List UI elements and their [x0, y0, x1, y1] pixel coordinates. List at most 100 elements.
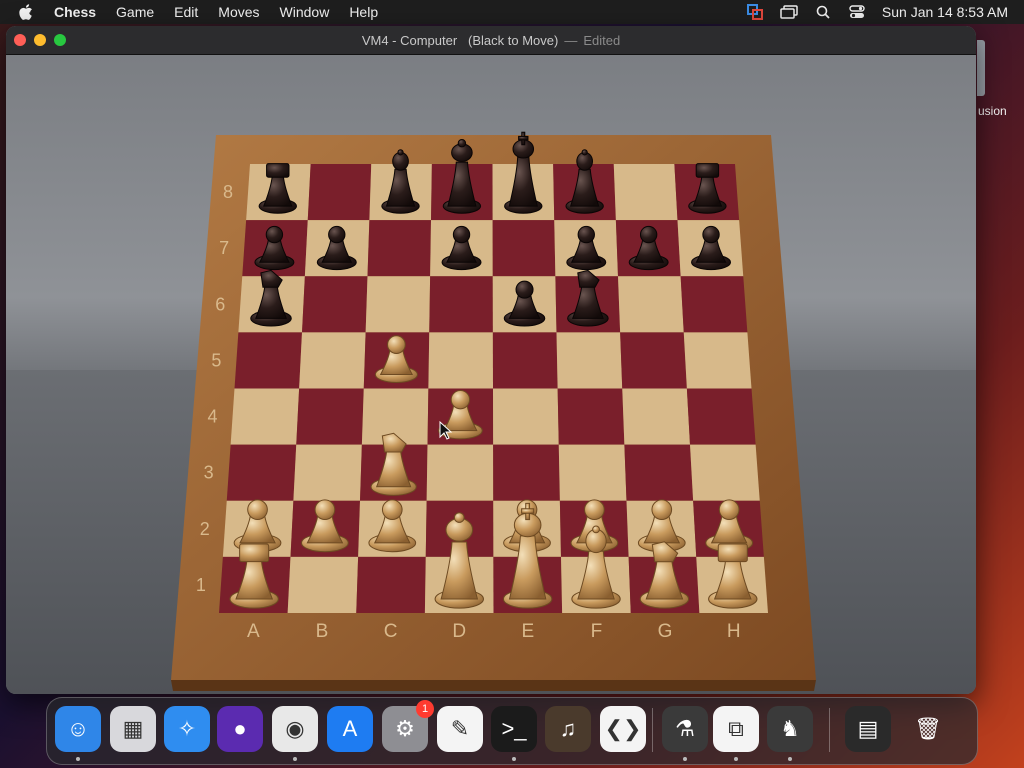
board-square-e5[interactable]	[492, 332, 558, 389]
board-square-a5[interactable]	[234, 332, 303, 389]
launchpad-icon[interactable]: ▦	[110, 706, 156, 752]
menu-game[interactable]: Game	[106, 0, 164, 24]
rank-label: 5	[211, 350, 221, 370]
board-scene: 8 7 6 5 4 3 2 1 A B C D E F G H	[6, 55, 976, 694]
rank-label: 4	[208, 407, 218, 427]
file-label: B	[316, 621, 329, 642]
app-store-icon[interactable]: A	[327, 706, 373, 752]
board-square-e3[interactable]	[493, 444, 560, 501]
rank-label: 1	[196, 575, 206, 595]
board-square-e4[interactable]	[493, 388, 559, 445]
system-settings-icon[interactable]: ⚙ 1	[382, 700, 434, 752]
edited-indicator[interactable]: Edited	[583, 33, 620, 48]
finder-icon[interactable]: ☺	[55, 706, 101, 752]
board-square-h4[interactable]	[686, 388, 756, 445]
board-square-b1[interactable]	[287, 556, 359, 613]
chess-window: VM4 - Computer (Black to Move) — Edited	[6, 26, 976, 694]
board-square-h3[interactable]	[690, 444, 760, 501]
garageband-icon[interactable]: ♫	[545, 706, 591, 752]
board-square-g5[interactable]	[620, 332, 687, 389]
file-label: H	[727, 621, 741, 642]
board-square-a4[interactable]	[230, 388, 300, 445]
board-square-d5[interactable]	[428, 332, 493, 389]
menu-app-chess[interactable]: Chess	[48, 0, 106, 24]
title-separator: —	[564, 32, 578, 48]
notification-badge: 1	[416, 700, 434, 718]
running-indicator	[788, 757, 792, 761]
board-square-f3[interactable]	[558, 444, 627, 501]
file-label: D	[452, 621, 466, 642]
menu-help[interactable]: Help	[339, 0, 388, 24]
safari-icon[interactable]: ✧	[164, 706, 210, 752]
board-square-e7[interactable]	[492, 220, 556, 277]
spotlight-search-icon[interactable]	[806, 2, 840, 22]
terminal-icon[interactable]: >_	[491, 706, 537, 752]
rank-label: 8	[223, 182, 233, 202]
installer-icon[interactable]: ⚗	[662, 706, 708, 752]
vmware-icon[interactable]: ⧉	[713, 706, 759, 752]
board-square-g3[interactable]	[624, 444, 694, 501]
running-indicator	[293, 757, 297, 761]
textedit-icon[interactable]: ✎	[437, 706, 483, 752]
board-frame-edge	[171, 680, 816, 691]
apple-menu-icon[interactable]	[18, 4, 34, 20]
board-square-b3[interactable]	[293, 444, 362, 501]
board-square-b4[interactable]	[296, 388, 364, 445]
rank-label: 3	[204, 463, 214, 483]
downloads-stack-icon[interactable]: ▤	[845, 706, 891, 752]
chess-icon[interactable]: ♞	[767, 706, 813, 752]
vmware-status-icon[interactable]	[738, 2, 772, 22]
board-square-g4[interactable]	[622, 388, 690, 445]
file-label: A	[247, 621, 260, 642]
running-indicator	[76, 757, 80, 761]
desktop-item-label[interactable]: usion	[978, 104, 1007, 118]
board-square-g8[interactable]	[613, 164, 678, 221]
menubar-clock[interactable]: Sun Jan 14 8:53 AM	[882, 4, 1008, 20]
board-square-c7[interactable]	[367, 220, 432, 277]
board-square-b6[interactable]	[302, 276, 368, 333]
chrome-icon[interactable]: ◉	[272, 706, 318, 752]
file-label: F	[591, 621, 603, 642]
menu-bar: Chess Game Edit Moves Window Help Sun Ja…	[0, 0, 1024, 24]
board-square-f4[interactable]	[557, 388, 625, 445]
window-titlebar[interactable]: VM4 - Computer (Black to Move) — Edited	[6, 26, 976, 55]
board-square-d3[interactable]	[426, 444, 494, 501]
firefox-icon[interactable]: ●	[217, 706, 263, 752]
trash-icon[interactable]: 🗑	[905, 706, 951, 752]
board-square-h5[interactable]	[683, 332, 752, 389]
board-square-c6[interactable]	[365, 276, 431, 333]
board-square-g6[interactable]	[618, 276, 684, 333]
window-switcher-icon[interactable]	[772, 2, 806, 22]
chess-board[interactable]: 8 7 6 5 4 3 2 1 A B C D E F G H	[6, 55, 976, 694]
menu-moves[interactable]: Moves	[208, 0, 269, 24]
file-label: E	[521, 621, 534, 642]
vscode-icon[interactable]: ❮❯	[600, 706, 646, 752]
running-indicator	[512, 757, 516, 761]
board-square-f5[interactable]	[556, 332, 623, 389]
dock-separator	[829, 708, 830, 752]
board-square-a3[interactable]	[226, 444, 297, 501]
file-label: G	[658, 621, 673, 642]
board-square-c1[interactable]	[356, 556, 426, 613]
zoom-button[interactable]	[54, 34, 66, 46]
menu-edit[interactable]: Edit	[164, 0, 208, 24]
dock-separator	[652, 708, 653, 752]
running-indicator	[734, 757, 738, 761]
window-title: VM4 - Computer (Black to Move)	[361, 32, 559, 48]
board-square-b8[interactable]	[307, 164, 372, 221]
file-label: C	[384, 621, 398, 642]
rank-label: 6	[215, 294, 225, 314]
menu-window[interactable]: Window	[270, 0, 340, 24]
board-square-d6[interactable]	[429, 276, 493, 333]
desktop-item-thumbnail[interactable]	[977, 40, 985, 96]
control-center-icon[interactable]	[840, 2, 874, 22]
board-square-b5[interactable]	[299, 332, 366, 389]
running-indicator	[683, 757, 687, 761]
close-button[interactable]	[14, 34, 26, 46]
rank-label: 7	[219, 238, 229, 258]
minimize-button[interactable]	[34, 34, 46, 46]
dock: ☺ ▦ ✧ ● ◉ A ⚙ 1 ✎ >_ ♫ ❮❯ ⚗ ⧉ ♞ ▤ 🗑	[46, 697, 978, 765]
window-controls	[14, 34, 66, 46]
rank-label: 2	[200, 519, 210, 539]
board-square-h6[interactable]	[680, 276, 748, 333]
